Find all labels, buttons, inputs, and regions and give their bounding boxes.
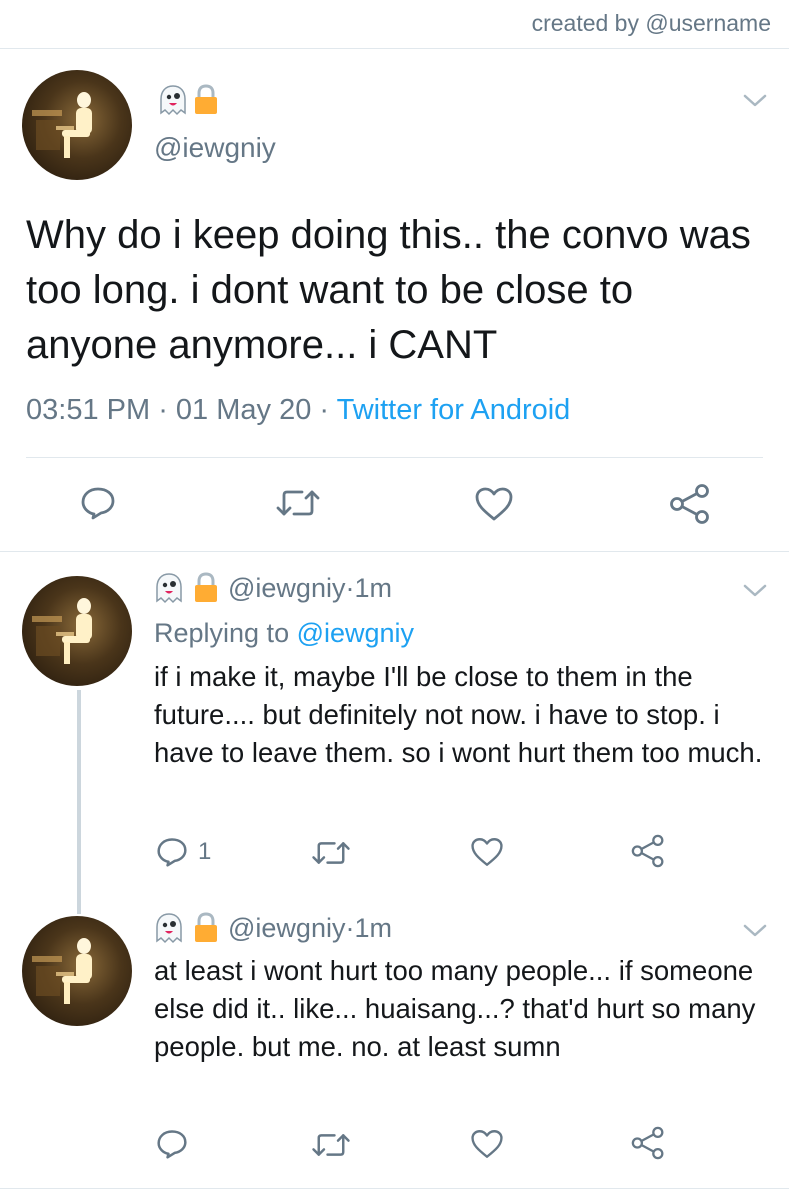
tweet-date: 01 May 20 [175,394,312,426]
tweet-text: Why do i keep doing this.. the convo was… [26,213,751,367]
bottom-divider [0,1188,789,1189]
reply-handle[interactable]: @iewgniy [228,573,345,604]
reply-time: 1m [354,572,392,603]
reply-text: at least i wont hurt too many people... … [154,955,756,1062]
thread-connector [77,690,81,914]
meta-separator: · [345,572,355,603]
share-icon [631,834,664,868]
replying-prefix: Replying to [154,618,297,648]
meta-separator: · [311,394,337,426]
retweet-button[interactable] [310,1130,352,1160]
reply-icon [81,487,115,520]
ghost-icon [156,573,182,604]
reply-button[interactable]: 1 [156,836,211,868]
share-button[interactable] [668,484,712,524]
heart-icon [471,1130,503,1158]
status-emojis [158,84,220,116]
reply-header: @iewgniy · 1m [154,572,392,604]
tweet-meta: 03:51 PM · 01 May 20 · Twitter for Andro… [26,394,570,427]
meta-separator: · [150,394,176,426]
retweet-button[interactable] [274,486,322,520]
share-icon [631,1126,664,1160]
chevron-down-icon[interactable] [742,923,768,939]
lock-icon [195,84,217,114]
avatar[interactable] [22,70,132,180]
main-tweet-divider [0,551,789,552]
author-handle[interactable]: @iewgniy [154,132,276,164]
chevron-down-icon[interactable] [742,583,768,599]
like-button[interactable] [470,1128,504,1160]
reply-icon [157,1130,187,1159]
tweet-time: 03:51 PM [26,394,151,426]
top-divider [0,48,789,49]
share-icon [670,484,709,524]
replying-to-mention[interactable]: @iewgniy [297,618,414,648]
ghost-icon [156,913,182,944]
credit-label: created by @username [531,10,771,36]
reply-handle[interactable]: @iewgniy [228,913,345,944]
avatar[interactable] [22,916,132,1026]
share-button[interactable] [630,834,666,868]
retweet-button[interactable] [310,838,352,868]
ghost-icon [160,85,186,116]
heart-icon [471,838,503,866]
lock-icon [195,572,217,602]
reply-count: 1 [198,838,212,865]
replying-to: Replying to @iewgniy [154,618,414,649]
meta-separator: · [345,912,355,943]
retweet-icon [312,1134,350,1156]
reply-button[interactable] [80,486,116,520]
heart-icon [475,487,513,521]
like-button[interactable] [470,836,504,868]
avatar[interactable] [22,576,132,686]
like-button[interactable] [474,486,514,522]
retweet-icon [312,842,350,864]
share-button[interactable] [630,1126,666,1160]
meta-divider [26,457,763,458]
chevron-down-icon[interactable] [742,93,768,109]
tweet-source-link[interactable]: Twitter for Android [337,394,571,426]
reply-button[interactable] [156,1128,188,1160]
reply-time: 1m [354,912,392,943]
reply-text: if i make it, maybe I'll be close to the… [154,661,763,768]
retweet-icon [276,490,320,516]
lock-icon [195,912,217,942]
reply-header: @iewgniy · 1m [154,912,392,944]
reply-icon [157,838,187,867]
